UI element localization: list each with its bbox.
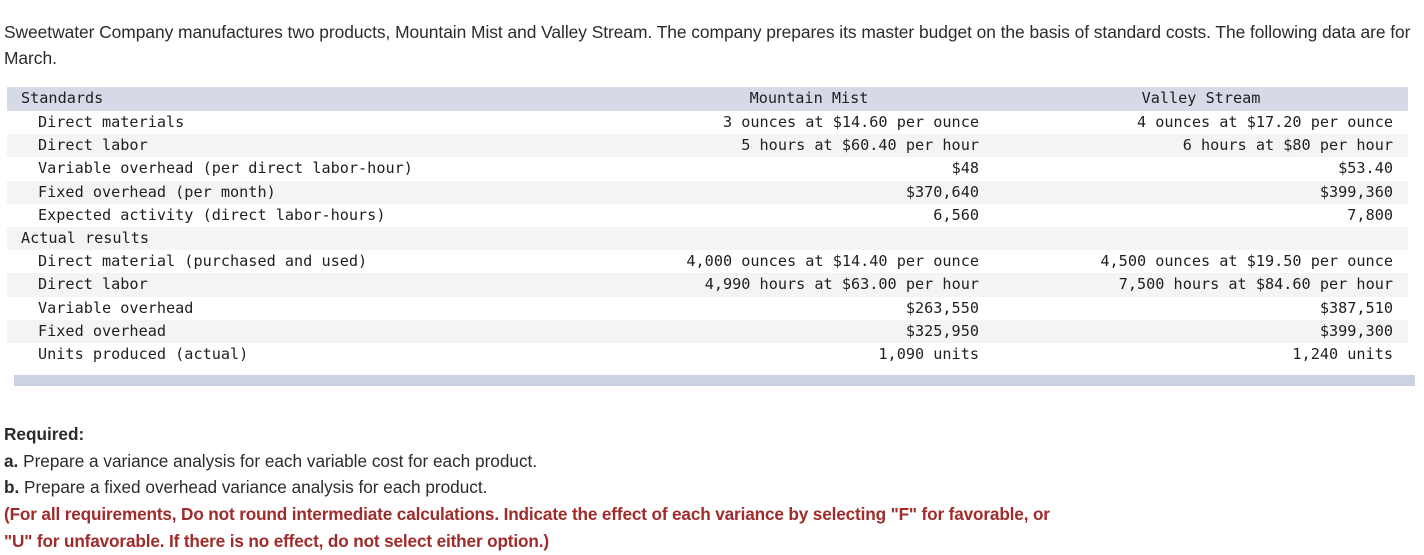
required-item-a-text: Prepare a variance analysis for each var… (18, 450, 538, 471)
row-value-valley-stream: 4 ounces at $17.20 per ounce (994, 111, 1408, 135)
intro-paragraph: Sweetwater Company manufactures two prod… (4, 22, 1411, 68)
row-value-mountain-mist: 1,090 units (624, 343, 994, 367)
table-row: Variable overhead (per direct labor-hour… (7, 157, 1408, 181)
table-row: Direct labor 5 hours at $60.40 per hour … (7, 134, 1408, 158)
required-section: Required: a. Prepare a variance analysis… (4, 421, 1418, 501)
note-line-1: (For all requirements, Do not round inte… (4, 504, 1050, 524)
table-row: Fixed overhead (per month) $370,640 $399… (7, 180, 1408, 204)
section-spacer-mountain-mist (624, 227, 994, 251)
row-label: Variable overhead (7, 296, 624, 320)
row-value-mountain-mist: 4,000 ounces at $14.40 per ounce (624, 250, 994, 274)
row-label: Direct labor (7, 134, 624, 158)
row-value-mountain-mist: 6,560 (624, 203, 994, 228)
row-value-mountain-mist: $325,950 (624, 319, 994, 344)
table-bottom-band (14, 375, 1415, 387)
table-row: Variable overhead $263,550 $387,510 (7, 296, 1408, 320)
required-heading: Required: (4, 424, 85, 444)
required-item-b: b. Prepare a fixed overhead variance ana… (4, 474, 1418, 501)
row-label: Direct material (purchased and used) (7, 250, 624, 274)
section-spacer-valley-stream (994, 227, 1408, 251)
row-value-mountain-mist: 3 ounces at $14.60 per ounce (624, 111, 994, 135)
row-value-valley-stream: $387,510 (994, 296, 1408, 320)
required-item-a-marker: a. (4, 450, 19, 471)
table-section-header-actual-results: Actual results (7, 227, 1408, 251)
table-row: Units produced (actual) 1,090 units 1,24… (7, 343, 1408, 367)
table-row: Direct material (purchased and used) 4,0… (7, 250, 1408, 274)
row-value-mountain-mist: $370,640 (624, 180, 994, 204)
row-label: Fixed overhead (per month) (7, 180, 624, 204)
row-value-valley-stream: $399,300 (994, 319, 1408, 344)
standards-and-actuals-table-wrapper: Standards Mountain Mist Valley Stream Di… (7, 87, 1415, 387)
table-header-row: Standards Mountain Mist Valley Stream (7, 87, 1408, 111)
row-label: Variable overhead (per direct labor-hour… (7, 157, 624, 181)
row-value-valley-stream: 1,240 units (994, 343, 1408, 367)
column-header-valley-stream: Valley Stream (994, 87, 1408, 111)
rounding-instructions-note: (For all requirements, Do not round inte… (4, 501, 1424, 554)
row-label: Units produced (actual) (7, 343, 624, 367)
row-label: Direct labor (7, 273, 624, 297)
row-label: Direct materials (7, 111, 624, 135)
row-label: Expected activity (direct labor-hours) (7, 203, 624, 228)
table-row: Fixed overhead $325,950 $399,300 (7, 319, 1408, 344)
standards-and-actuals-table: Standards Mountain Mist Valley Stream Di… (7, 87, 1408, 367)
row-value-mountain-mist: $263,550 (624, 296, 994, 320)
row-value-valley-stream: $399,360 (994, 180, 1408, 204)
section-title: Actual results (7, 227, 624, 251)
table-row: Direct materials 3 ounces at $14.60 per … (7, 111, 1408, 135)
row-value-valley-stream: 7,800 (994, 203, 1408, 228)
required-item-a: a. Prepare a variance analysis for each … (4, 448, 1418, 475)
question-page: Sweetwater Company manufactures two prod… (0, 0, 1424, 555)
required-item-b-marker: b. (4, 477, 20, 497)
row-value-mountain-mist: $48 (624, 157, 994, 181)
table-row: Direct labor 4,990 hours at $63.00 per h… (7, 273, 1408, 297)
row-value-valley-stream: $53.40 (994, 157, 1408, 181)
required-item-b-text: Prepare a fixed overhead variance analys… (19, 477, 488, 497)
table-row: Expected activity (direct labor-hours) 6… (7, 203, 1408, 228)
row-value-mountain-mist: 5 hours at $60.40 per hour (624, 134, 994, 158)
row-value-mountain-mist: 4,990 hours at $63.00 per hour (624, 273, 994, 297)
column-header-standards: Standards (7, 87, 624, 111)
column-header-mountain-mist: Mountain Mist (624, 87, 994, 111)
row-value-valley-stream: 7,500 hours at $84.60 per hour (994, 273, 1408, 297)
row-value-valley-stream: 6 hours at $80 per hour (994, 134, 1408, 158)
row-value-valley-stream: 4,500 ounces at $19.50 per ounce (994, 250, 1408, 274)
note-line-2: "U" for unfavorable. If there is no effe… (4, 530, 549, 551)
row-label: Fixed overhead (7, 319, 624, 344)
